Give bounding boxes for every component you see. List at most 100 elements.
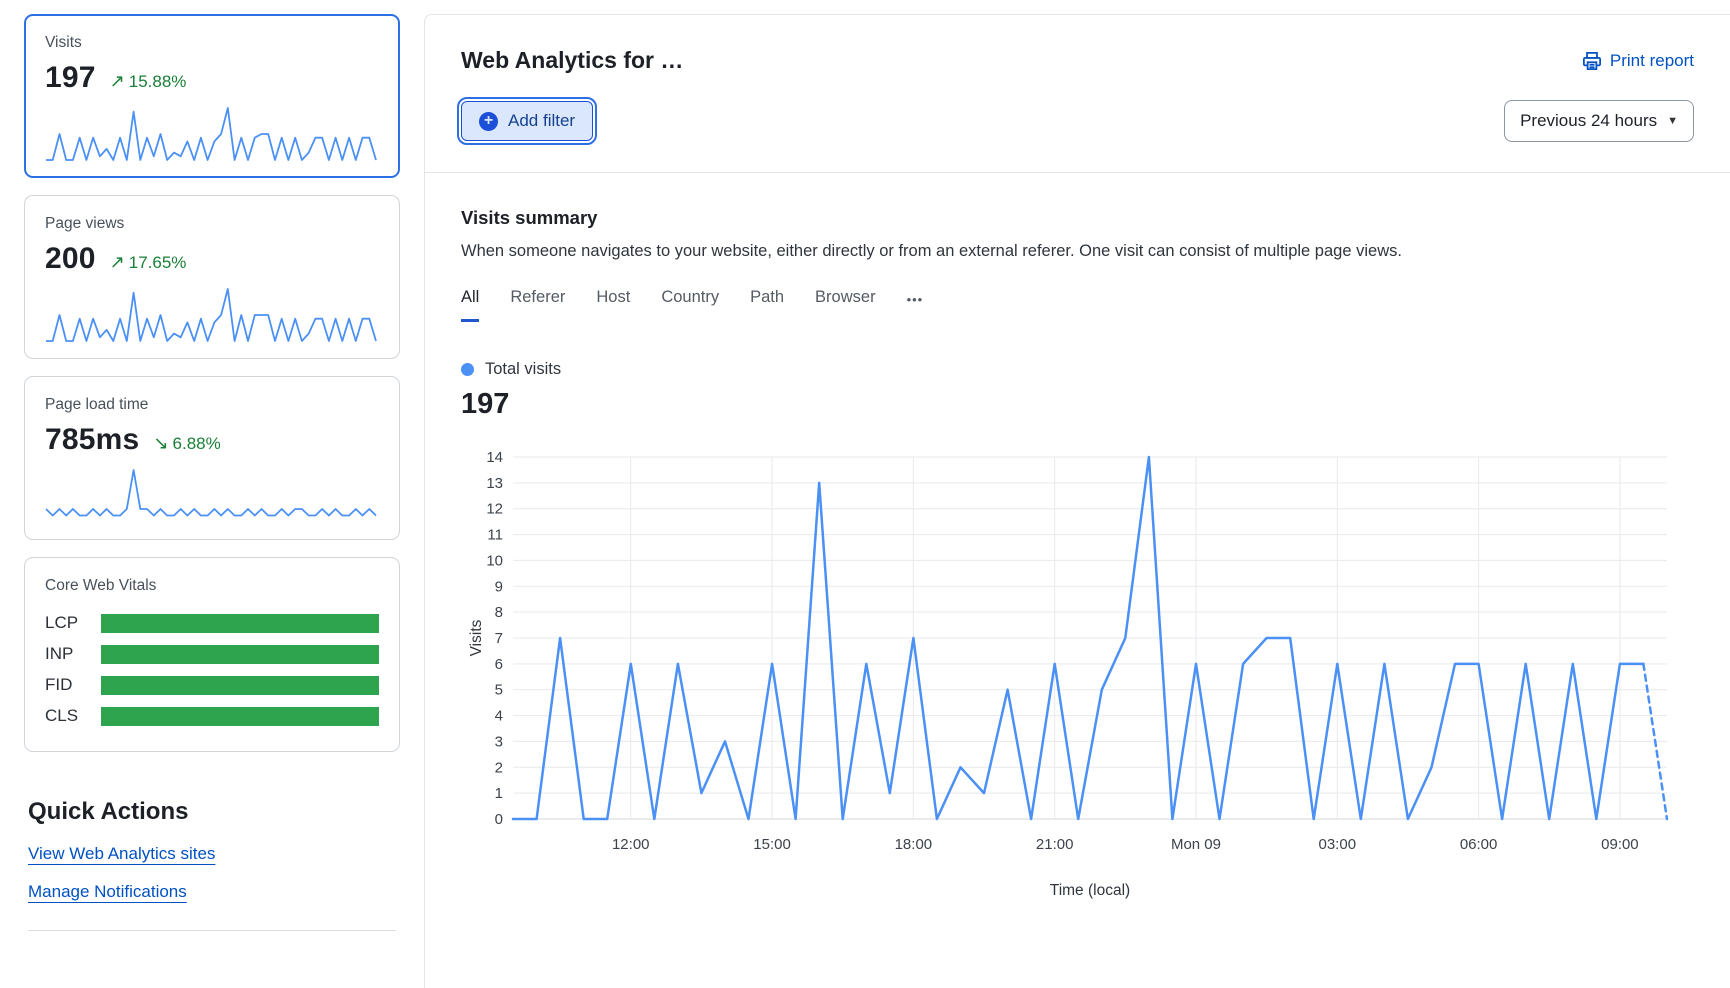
metric-label: Page load time (45, 396, 379, 414)
main-header: Web Analytics for … Print report (425, 15, 1730, 74)
y-tick-label: 13 (486, 475, 503, 492)
x-tick-label: Mon 09 (1171, 836, 1221, 853)
cwv-bar-good (101, 676, 379, 695)
trend-percent: 15.88% (129, 72, 187, 91)
metric-value: 200 (45, 242, 96, 276)
x-tick-label: 21:00 (1036, 836, 1074, 853)
metric-label: Visits (45, 34, 379, 52)
sparkline (45, 465, 377, 525)
metric-cards: Visits197↗15.88%Page views200↗17.65%Page… (24, 14, 400, 540)
controls-row: + Add filter Previous 24 hours ▼ (425, 74, 1730, 142)
y-tick-label: 3 (495, 733, 503, 750)
plus-circle-icon: + (479, 112, 498, 131)
trend-percent: 6.88% (173, 434, 221, 453)
core-web-vitals-rows: LCP INP FID CLS (45, 613, 379, 726)
metric-value-row: 200 ↗17.65% (45, 242, 379, 276)
metric-card-visits[interactable]: Visits 197 ↗15.88% (24, 14, 400, 178)
metric-card-page-views[interactable]: Page views 200 ↗17.65% (24, 195, 400, 359)
cwv-bar-track (101, 707, 379, 726)
quick-action-link-1[interactable]: Manage Notifications (28, 882, 187, 902)
cwv-bar-good (101, 645, 379, 664)
tab-referer[interactable]: Referer (510, 288, 565, 322)
x-tick-label: 15:00 (753, 836, 791, 853)
trend-down-arrow-icon: ↘ (153, 433, 168, 453)
trend-up-arrow-icon: ↗ (110, 71, 125, 91)
visits-summary-title: Visits summary (461, 207, 1694, 229)
x-tick-label: 18:00 (895, 836, 933, 853)
total-visits-legend-label: Total visits (485, 360, 561, 379)
sparkline (45, 103, 377, 163)
core-web-vitals-title: Core Web Vitals (45, 577, 379, 595)
quick-actions-divider (28, 930, 396, 931)
y-tick-label: 5 (495, 682, 503, 699)
cwv-bar-track (101, 676, 379, 695)
time-range-label: Previous 24 hours (1520, 111, 1657, 131)
y-tick-label: 8 (495, 604, 503, 621)
y-tick-label: 7 (495, 630, 503, 647)
main-panel: Web Analytics for … Print report + Add f… (424, 14, 1730, 988)
cwv-bar-good (101, 614, 379, 633)
y-tick-label: 9 (495, 578, 503, 595)
visits-summary-description: When someone navigates to your website, … (461, 242, 1694, 261)
cwv-metric-label: CLS (45, 706, 101, 726)
page-title: Web Analytics for … (461, 47, 683, 74)
tabs-more-ellipsis-icon[interactable]: ••• (907, 292, 924, 319)
printer-icon (1582, 51, 1602, 71)
cwv-metric-label: LCP (45, 613, 101, 633)
y-tick-label: 12 (486, 501, 503, 518)
core-web-vitals-card[interactable]: Core Web Vitals LCP INP FID CLS (24, 557, 400, 752)
tab-browser[interactable]: Browser (815, 288, 876, 322)
visits-line-chart: 0123456789101112131412:0015:0018:0021:00… (467, 439, 1677, 901)
cwv-bar-track (101, 614, 379, 633)
y-tick-label: 10 (486, 552, 503, 569)
trend-down: ↘ 6.88% (153, 433, 220, 454)
x-tick-label: 06:00 (1460, 836, 1498, 853)
x-tick-label: 09:00 (1601, 836, 1639, 853)
tab-path[interactable]: Path (750, 288, 784, 322)
tab-country[interactable]: Country (661, 288, 719, 322)
x-tick-label: 03:00 (1319, 836, 1357, 853)
cwv-metric-label: INP (45, 644, 101, 664)
y-tick-label: 6 (495, 656, 503, 673)
visits-summary-section: Visits summary When someone navigates to… (425, 173, 1730, 906)
metric-value-row: 197 ↗15.88% (45, 61, 379, 95)
visits-chart: 0123456789101112131412:0015:0018:0021:00… (467, 439, 1694, 906)
add-filter-label: Add filter (508, 111, 575, 131)
trend-up-arrow-icon: ↗ (110, 252, 125, 272)
time-range-dropdown[interactable]: Previous 24 hours ▼ (1504, 100, 1694, 142)
y-tick-label: 0 (495, 811, 503, 828)
cwv-row-cls: CLS (45, 706, 379, 726)
metric-value-row: 785ms ↘ 6.88% (45, 423, 379, 457)
metric-card-page-load-time[interactable]: Page load time 785ms ↘ 6.88% (24, 376, 400, 540)
chart-legend: Total visits (461, 360, 1694, 379)
quick-action-link-0[interactable]: View Web Analytics sites (28, 844, 215, 864)
trend-up: ↗17.65% (110, 252, 187, 273)
x-axis-title: Time (local) (1050, 882, 1130, 899)
cwv-row-inp: INP (45, 644, 379, 664)
y-tick-label: 4 (495, 708, 503, 725)
total-visits-value: 197 (461, 388, 1694, 421)
trend-percent: 17.65% (129, 253, 187, 272)
print-report-link[interactable]: Print report (1582, 51, 1694, 71)
add-filter-button[interactable]: + Add filter (461, 101, 593, 141)
cwv-row-fid: FID (45, 675, 379, 695)
metric-value: 785ms (45, 423, 139, 457)
metric-value: 197 (45, 61, 96, 95)
y-tick-label: 1 (495, 785, 503, 802)
y-tick-label: 2 (495, 759, 503, 776)
tab-all[interactable]: All (461, 288, 479, 322)
quick-actions-title: Quick Actions (28, 798, 400, 826)
dimension-tabs: All Referer Host Country Path Browser ••• (461, 288, 1694, 322)
quick-actions-links: View Web Analytics sites Manage Notificat… (24, 844, 400, 902)
sparkline (45, 284, 377, 344)
x-tick-label: 12:00 (612, 836, 650, 853)
cwv-row-lcp: LCP (45, 613, 379, 633)
cwv-bar-good (101, 707, 379, 726)
y-tick-label: 11 (487, 527, 503, 544)
print-report-label: Print report (1610, 51, 1694, 71)
cwv-bar-track (101, 645, 379, 664)
y-axis-title: Visits (468, 619, 485, 656)
tab-host[interactable]: Host (596, 288, 630, 322)
metric-label: Page views (45, 215, 379, 233)
caret-down-icon: ▼ (1667, 115, 1678, 127)
